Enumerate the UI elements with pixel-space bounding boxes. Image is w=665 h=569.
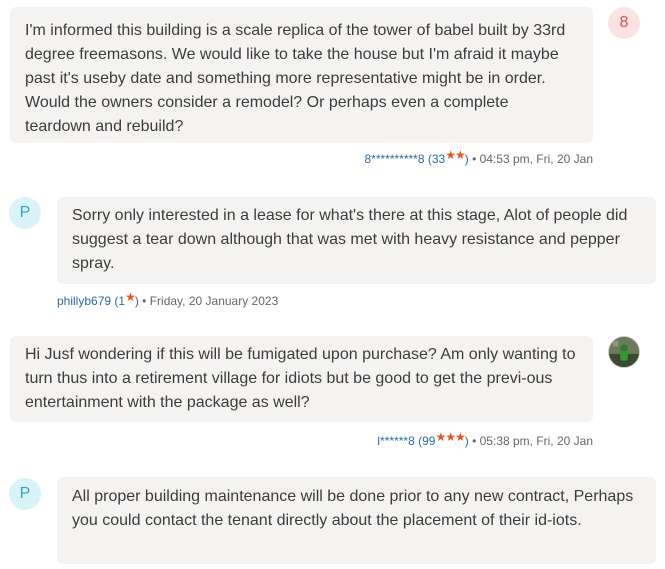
avatar-letter: P: [19, 204, 31, 221]
comment-bubble-4: All proper building maintenance will be …: [57, 477, 656, 564]
star-icon: ★★: [445, 148, 465, 162]
avatar-photo[interactable]: [608, 336, 640, 368]
avatar-letter: 8: [619, 14, 629, 31]
comment-text: Sorry only interested in a lease for wha…: [72, 207, 628, 272]
user-rating: 33: [431, 152, 446, 166]
comment-bubble-2: Sorry only interested in a lease for wha…: [57, 197, 656, 284]
comment-meta: phillyb679 (1★) • Friday, 20 January 202…: [57, 290, 279, 308]
star-icon: ★★★: [435, 430, 465, 444]
comment-bubble-3: Hi Jusf wondering if this will be fumiga…: [10, 336, 593, 422]
timestamp: 05:38 pm, Fri, 20 Jan: [479, 434, 593, 448]
user-rating: 99: [422, 434, 436, 448]
timestamp: Friday, 20 January 2023: [149, 294, 279, 308]
star-icon: ★: [125, 290, 136, 304]
avatar[interactable]: 8: [608, 7, 640, 39]
comment-meta: 8**********8 (33★★) • 04:53 pm, Fri, 20 …: [364, 148, 593, 166]
username-link[interactable]: phillyb679: [57, 294, 111, 308]
comment-text: Hi Jusf wondering if this will be fumiga…: [25, 346, 576, 411]
avatar-image: [609, 337, 639, 367]
comment-bubble-1: I'm informed this building is a scale re…: [10, 7, 593, 143]
comment-text: I'm informed this building is a scale re…: [25, 22, 566, 135]
comment-text: All proper building maintenance will be …: [72, 488, 634, 529]
username-link[interactable]: l******8: [377, 434, 414, 448]
timestamp: 04:53 pm, Fri, 20 Jan: [479, 152, 593, 166]
avatar[interactable]: P: [9, 478, 41, 510]
username-link[interactable]: 8**********8: [364, 152, 424, 166]
comment-meta: l******8 (99★★★) • 05:38 pm, Fri, 20 Jan: [377, 430, 593, 448]
avatar-letter: P: [19, 485, 31, 502]
avatar[interactable]: P: [9, 197, 41, 229]
